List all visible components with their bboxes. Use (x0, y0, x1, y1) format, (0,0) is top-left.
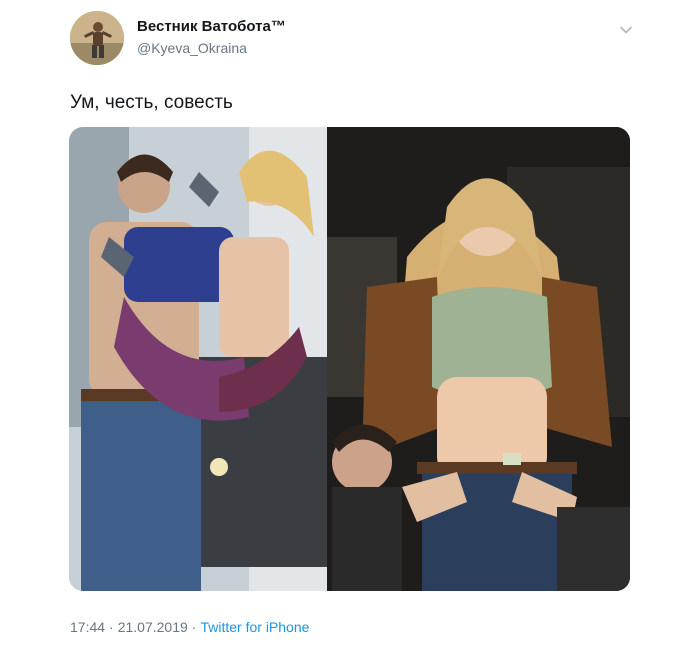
photo-right[interactable] (327, 127, 630, 591)
author-block: Вестник Ватобота™ @Kyeva_Okraina (137, 17, 286, 58)
author-handle[interactable]: @Kyeva_Okraina (137, 38, 286, 58)
tweet-time[interactable]: 17:44 (70, 619, 105, 635)
tweet-media[interactable] (69, 127, 630, 591)
tweet-source-link[interactable]: Twitter for iPhone (200, 619, 309, 635)
tweet-date[interactable]: 21.07.2019 (118, 619, 188, 635)
chevron-down-icon[interactable] (619, 23, 633, 37)
author-display-name[interactable]: Вестник Ватобота™ (137, 17, 286, 37)
meta-separator-2: · (191, 619, 197, 635)
tweet-meta: 17:44 · 21.07.2019 · Twitter for iPhone (70, 617, 309, 637)
avatar[interactable] (70, 11, 124, 65)
avatar-image (70, 11, 124, 65)
meta-separator: · (109, 619, 114, 635)
photo-left[interactable] (69, 127, 327, 591)
tweet-text: Ум, честь, совесть (70, 92, 233, 113)
photo-right-image (327, 127, 630, 591)
photo-left-image (69, 127, 327, 591)
